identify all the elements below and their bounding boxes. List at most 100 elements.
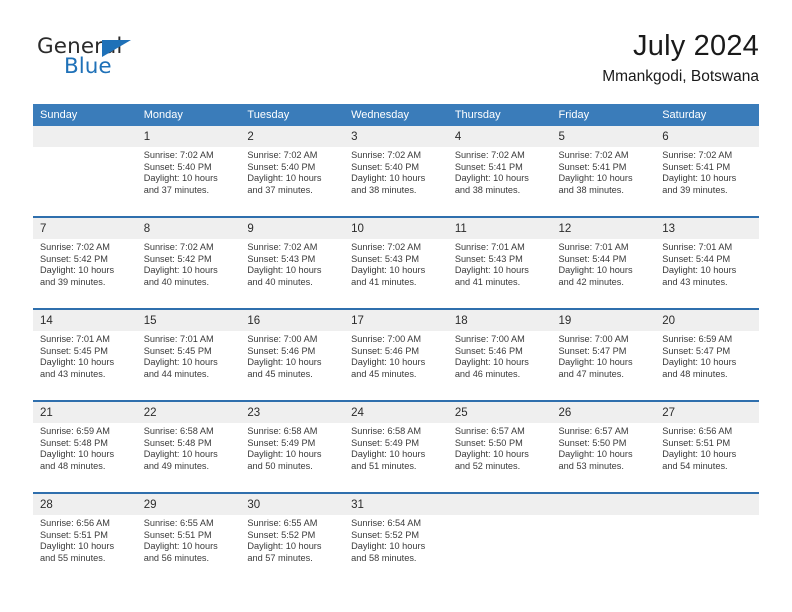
day-number[interactable]: 2 (240, 126, 345, 147)
day-number[interactable]: 5 (551, 126, 656, 147)
day-number[interactable]: 28 (33, 494, 137, 515)
sunrise-text: Sunrise: 6:55 AM (143, 518, 214, 528)
day-cell[interactable]: Sunrise: 7:02 AM Sunset: 5:42 PM Dayligh… (136, 239, 241, 308)
day-cell[interactable]: Sunrise: 7:02 AM Sunset: 5:43 PM Dayligh… (344, 239, 448, 308)
day-cell[interactable]: Sunrise: 7:02 AM Sunset: 5:40 PM Dayligh… (344, 147, 448, 216)
day-number[interactable]: 29 (136, 494, 241, 515)
week-daynum-row: 21 22 23 24 25 26 27 (33, 402, 759, 423)
day-cell[interactable]: Sunrise: 7:02 AM Sunset: 5:40 PM Dayligh… (136, 147, 241, 216)
day-number[interactable]: 17 (344, 310, 448, 331)
day-cell[interactable]: Sunrise: 6:58 AM Sunset: 5:49 PM Dayligh… (344, 423, 448, 492)
day-number[interactable]: 22 (136, 402, 241, 423)
day-number[interactable]: 18 (447, 310, 552, 331)
day-number[interactable]: 30 (240, 494, 345, 515)
day-cell[interactable]: Sunrise: 7:00 AM Sunset: 5:46 PM Dayligh… (344, 331, 448, 400)
day-cell[interactable]: Sunrise: 7:00 AM Sunset: 5:46 PM Dayligh… (240, 331, 345, 400)
sunrise-text: Sunrise: 7:00 AM (351, 334, 422, 344)
day-number[interactable]: 26 (551, 402, 656, 423)
day-cell[interactable]: Sunrise: 7:01 AM Sunset: 5:43 PM Dayligh… (447, 239, 552, 308)
sunset-text: Sunset: 5:43 PM (351, 253, 420, 264)
day-cell[interactable]: Sunrise: 7:00 AM Sunset: 5:47 PM Dayligh… (551, 331, 656, 400)
day-cell[interactable] (655, 515, 759, 584)
daylight-text-line1: Daylight: 10 hours (351, 357, 426, 368)
sunrise-text: Sunrise: 6:58 AM (247, 426, 318, 436)
day-number[interactable]: 25 (447, 402, 552, 423)
sunset-text: Sunset: 5:43 PM (454, 253, 523, 264)
daylight-text-line2: and 41 minutes. (351, 276, 417, 287)
day-cell[interactable]: Sunrise: 6:56 AM Sunset: 5:51 PM Dayligh… (33, 515, 137, 584)
daylight-text-line2: and 58 minutes. (351, 552, 417, 563)
day-number[interactable]: 1 (136, 126, 241, 147)
day-number[interactable]: 19 (551, 310, 656, 331)
day-cell[interactable]: Sunrise: 6:59 AM Sunset: 5:48 PM Dayligh… (33, 423, 137, 492)
day-number[interactable]: 31 (344, 494, 448, 515)
sunset-text: Sunset: 5:41 PM (558, 161, 627, 172)
day-cell[interactable]: Sunrise: 7:01 AM Sunset: 5:44 PM Dayligh… (551, 239, 656, 308)
daylight-text-line1: Daylight: 10 hours (351, 449, 426, 460)
sunset-text: Sunset: 5:51 PM (662, 437, 731, 448)
day-number[interactable]: 10 (344, 218, 448, 239)
day-number[interactable]: 23 (240, 402, 345, 423)
week-detail-row: Sunrise: 6:59 AM Sunset: 5:48 PM Dayligh… (33, 423, 759, 492)
day-cell[interactable]: Sunrise: 7:02 AM Sunset: 5:42 PM Dayligh… (33, 239, 137, 308)
general-blue-logo[interactable]: General Blue (37, 36, 217, 88)
sunrise-text: Sunrise: 6:58 AM (351, 426, 422, 436)
sunrise-text: Sunrise: 7:02 AM (247, 150, 318, 160)
daylight-text-line1: Daylight: 10 hours (143, 173, 218, 184)
day-cell[interactable]: Sunrise: 6:56 AM Sunset: 5:51 PM Dayligh… (655, 423, 759, 492)
day-cell[interactable]: Sunrise: 7:02 AM Sunset: 5:40 PM Dayligh… (240, 147, 345, 216)
weekday-header-wednesday: Wednesday (344, 104, 448, 126)
day-cell[interactable]: Sunrise: 7:02 AM Sunset: 5:41 PM Dayligh… (447, 147, 552, 216)
day-number[interactable]: 8 (136, 218, 241, 239)
weekday-header-saturday: Saturday (655, 104, 759, 126)
day-cell[interactable]: Sunrise: 6:55 AM Sunset: 5:51 PM Dayligh… (136, 515, 241, 584)
day-number[interactable]: 11 (447, 218, 552, 239)
day-number[interactable] (655, 494, 759, 515)
sunrise-text: Sunrise: 7:02 AM (558, 150, 629, 160)
day-cell[interactable]: Sunrise: 7:01 AM Sunset: 5:45 PM Dayligh… (136, 331, 241, 400)
day-number[interactable]: 4 (447, 126, 552, 147)
day-number[interactable]: 3 (344, 126, 448, 147)
day-cell[interactable]: Sunrise: 6:58 AM Sunset: 5:49 PM Dayligh… (240, 423, 345, 492)
sunset-text: Sunset: 5:40 PM (247, 161, 316, 172)
day-number[interactable] (33, 126, 137, 147)
day-cell[interactable]: Sunrise: 6:58 AM Sunset: 5:48 PM Dayligh… (136, 423, 241, 492)
day-cell[interactable]: Sunrise: 7:02 AM Sunset: 5:43 PM Dayligh… (240, 239, 345, 308)
day-number[interactable]: 20 (655, 310, 759, 331)
daylight-text-line1: Daylight: 10 hours (558, 449, 633, 460)
sunrise-text: Sunrise: 6:58 AM (143, 426, 214, 436)
day-cell[interactable]: Sunrise: 6:54 AM Sunset: 5:52 PM Dayligh… (344, 515, 448, 584)
week-daynum-row: 14 15 16 17 18 19 20 (33, 310, 759, 331)
day-cell[interactable] (551, 515, 656, 584)
day-number[interactable]: 7 (33, 218, 137, 239)
day-number[interactable]: 14 (33, 310, 137, 331)
daylight-text-line1: Daylight: 10 hours (454, 449, 529, 460)
day-number[interactable]: 6 (655, 126, 759, 147)
calendar-grid: Sunday Monday Tuesday Wednesday Thursday… (33, 104, 759, 584)
sunset-text: Sunset: 5:44 PM (558, 253, 627, 264)
day-number[interactable]: 12 (551, 218, 656, 239)
day-cell[interactable]: Sunrise: 7:00 AM Sunset: 5:46 PM Dayligh… (447, 331, 552, 400)
day-cell[interactable]: Sunrise: 7:01 AM Sunset: 5:45 PM Dayligh… (33, 331, 137, 400)
day-cell[interactable]: Sunrise: 6:57 AM Sunset: 5:50 PM Dayligh… (447, 423, 552, 492)
day-cell[interactable] (447, 515, 552, 584)
day-number[interactable]: 16 (240, 310, 345, 331)
day-number[interactable]: 27 (655, 402, 759, 423)
day-cell[interactable] (33, 147, 137, 216)
day-cell[interactable]: Sunrise: 7:02 AM Sunset: 5:41 PM Dayligh… (551, 147, 656, 216)
day-number[interactable]: 21 (33, 402, 137, 423)
day-cell[interactable]: Sunrise: 7:02 AM Sunset: 5:41 PM Dayligh… (655, 147, 759, 216)
day-number[interactable]: 13 (655, 218, 759, 239)
day-number[interactable]: 15 (136, 310, 241, 331)
day-number[interactable]: 24 (344, 402, 448, 423)
daylight-text-line2: and 54 minutes. (662, 460, 728, 471)
day-cell[interactable]: Sunrise: 6:59 AM Sunset: 5:47 PM Dayligh… (655, 331, 759, 400)
daylight-text-line1: Daylight: 10 hours (40, 449, 115, 460)
day-cell[interactable]: Sunrise: 7:01 AM Sunset: 5:44 PM Dayligh… (655, 239, 759, 308)
day-cell[interactable]: Sunrise: 6:55 AM Sunset: 5:52 PM Dayligh… (240, 515, 345, 584)
day-cell[interactable]: Sunrise: 6:57 AM Sunset: 5:50 PM Dayligh… (551, 423, 656, 492)
day-number[interactable] (551, 494, 656, 515)
day-number[interactable] (447, 494, 552, 515)
sunset-text: Sunset: 5:52 PM (351, 529, 420, 540)
day-number[interactable]: 9 (240, 218, 345, 239)
